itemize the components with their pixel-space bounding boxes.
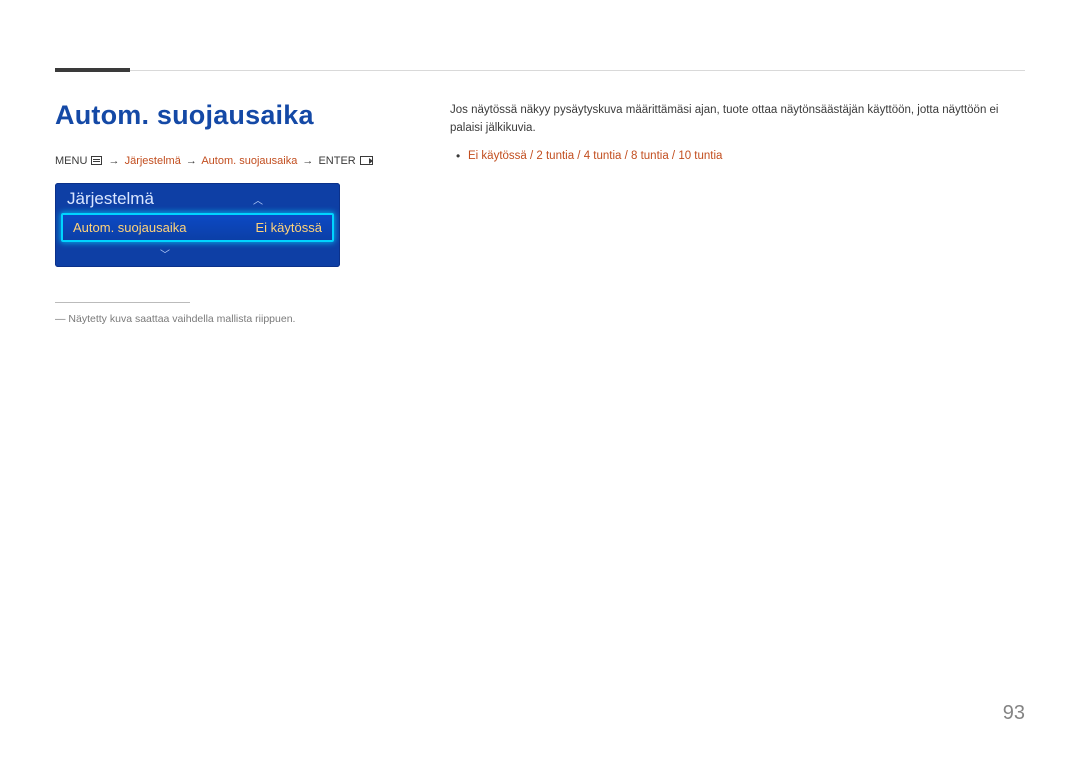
chevron-up-icon[interactable]: ︿ — [253, 192, 328, 207]
menu-path: MENU → Järjestelmä → Autom. suojausaika … — [55, 155, 373, 167]
osd-header-title: Järjestelmä — [67, 189, 154, 209]
body-paragraph: Jos näytössä näkyy pysäytyskuva määrittä… — [450, 102, 1025, 138]
header-highlight — [55, 68, 130, 72]
header-rule — [55, 70, 1025, 71]
menu-path-suffix: ENTER — [318, 155, 355, 167]
note-rule — [55, 302, 190, 303]
osd-footer: ﹀ — [55, 242, 340, 267]
osd-panel: Järjestelmä ︿ Autom. suojausaika Ei käyt… — [55, 183, 340, 267]
menu-icon — [91, 156, 102, 165]
note-text: ― Näytetty kuva saattaa vaihdella mallis… — [55, 313, 295, 325]
page-title: Autom. suojausaika — [55, 100, 314, 131]
menu-path-seg2: Autom. suojausaika — [201, 155, 297, 167]
osd-row-value: Ei käytössä — [256, 220, 322, 235]
enter-icon — [360, 156, 373, 165]
osd-header: Järjestelmä ︿ — [55, 183, 340, 213]
menu-path-prefix: MENU — [55, 155, 87, 167]
arrow-icon: → — [107, 155, 122, 167]
arrow-icon: → — [300, 155, 315, 167]
osd-row-selected[interactable]: Autom. suojausaika Ei käytössä — [61, 213, 334, 242]
options-list: Ei käytössä / 2 tuntia / 4 tuntia / 8 tu… — [450, 148, 1025, 166]
osd-row-label: Autom. suojausaika — [73, 220, 186, 235]
arrow-icon: → — [184, 155, 199, 167]
body-text: Jos näytössä näkyy pysäytyskuva määrittä… — [450, 102, 1025, 165]
chevron-down-icon[interactable]: ﹀ — [160, 246, 235, 261]
menu-path-seg1: Järjestelmä — [125, 155, 181, 167]
page-number: 93 — [1003, 702, 1025, 725]
